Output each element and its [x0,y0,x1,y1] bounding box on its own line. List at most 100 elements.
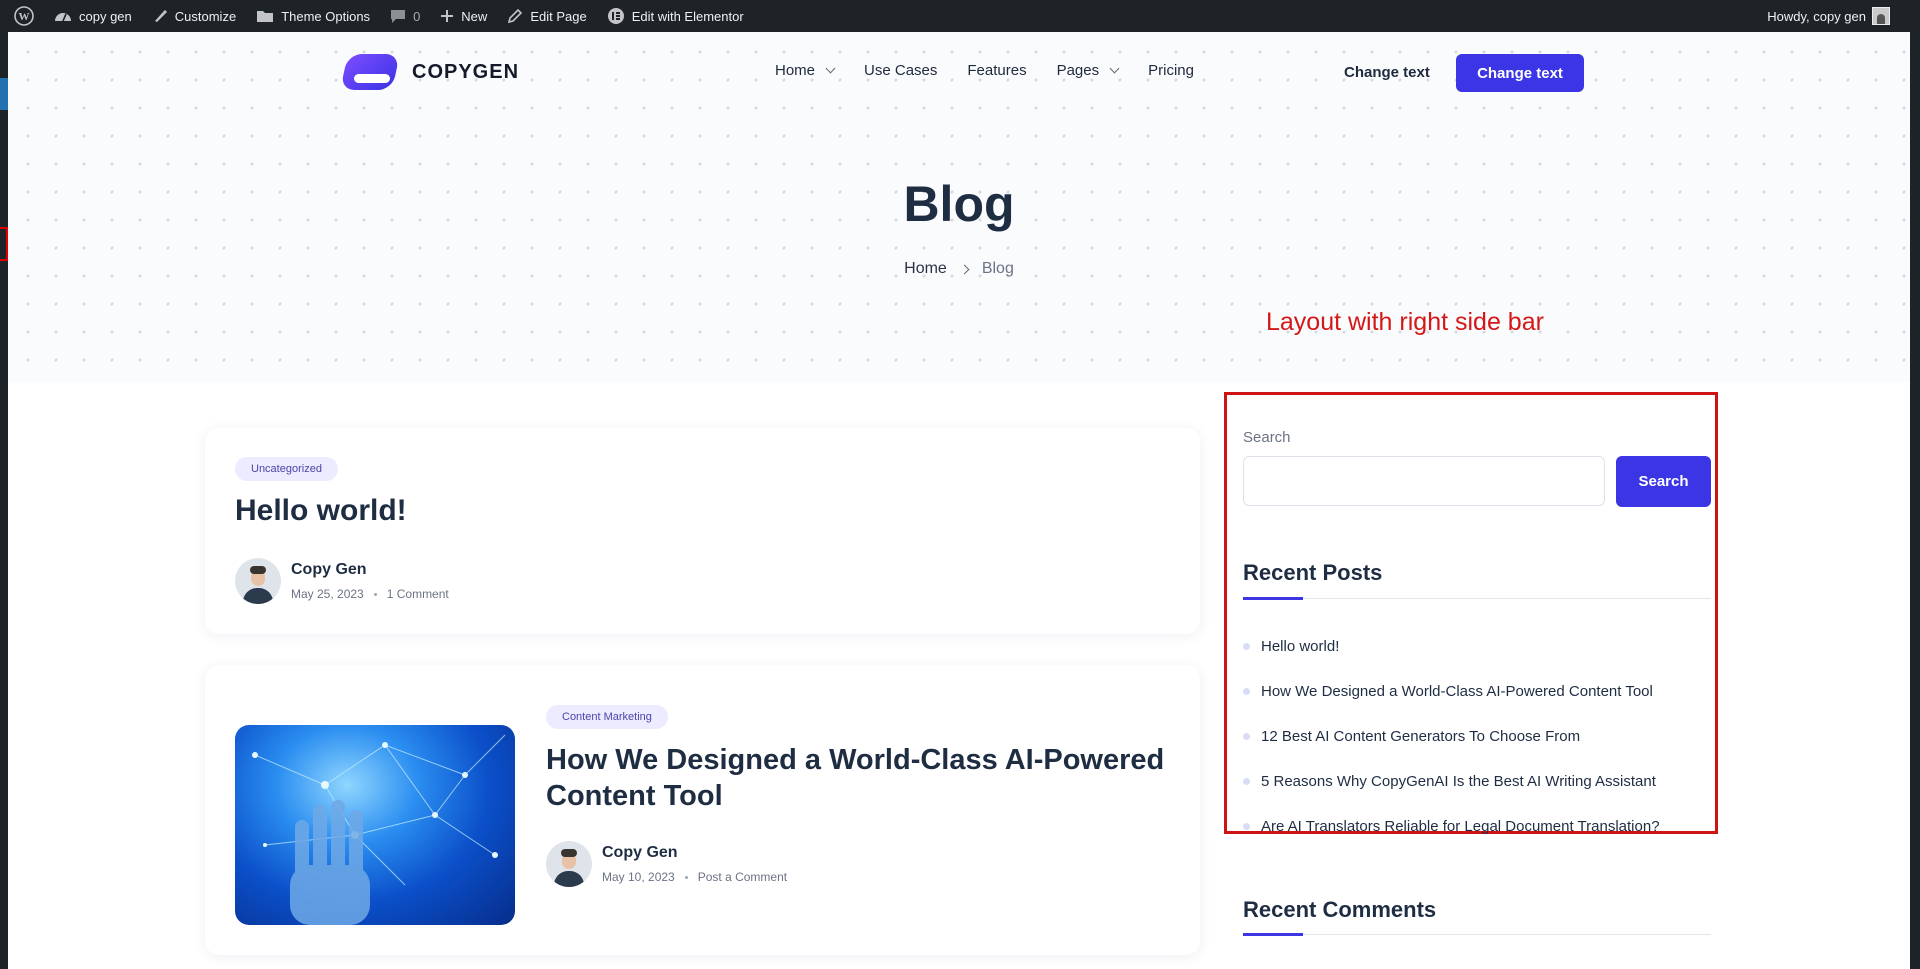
ai-hand-image [252,734,506,925]
heading-accent [1243,597,1303,600]
category-tag[interactable]: Uncategorized [235,457,338,481]
svg-text:W: W [19,11,30,23]
new-content-menu[interactable]: New [430,0,497,32]
comments-link[interactable]: Post a Comment [698,870,787,884]
customize-label: Customize [174,8,237,24]
post-author: Copy Gen May 10, 2023 Post a Comment [546,841,787,887]
post-title[interactable]: How We Designed a World-Class AI-Powered… [546,742,1164,814]
wordpress-icon: W [14,6,34,26]
logo-text: COPYGEN [412,60,520,83]
chevron-down-icon [1109,63,1120,74]
page-title: Blog [903,176,1015,232]
recent-post-link[interactable]: Hello world! [1261,638,1339,655]
bullet-icon [1243,733,1250,740]
theme-options-menu[interactable]: Theme Options [246,0,380,32]
recent-post-link[interactable]: How We Designed a World-Class AI-Powered… [1261,683,1653,700]
nav-item-features[interactable]: Features [967,62,1026,79]
list-item[interactable]: Are AI Translators Reliable for Legal Do… [1243,818,1713,863]
greeting-label: Howdy, copy gen [1767,8,1866,24]
breadcrumb: Home Blog [8,260,1910,278]
post-date: May 25, 2023 [291,587,364,601]
post-title-line: Content Tool [546,780,723,812]
nav-label: Pricing [1148,62,1194,79]
comment-bubble-icon [391,10,406,23]
edit-page-label: Edit Page [530,8,587,24]
search-label: Search [1243,429,1291,446]
site-name-menu[interactable]: copy gen [44,0,142,32]
wordpress-logo[interactable]: W [0,0,44,32]
header-text-link[interactable]: Change text [1344,64,1430,81]
recent-post-link[interactable]: Are AI Translators Reliable for Legal Do… [1261,818,1660,835]
recent-post-link[interactable]: 5 Reasons Why CopyGenAI Is the Best AI W… [1261,773,1656,790]
annotation-mark [0,227,8,261]
comments-link[interactable]: 1 Comment [387,587,449,601]
main-nav: Home Use Cases Features Pages Pricing [775,62,1194,79]
comments-count: 0 [413,8,421,24]
site-header: COPYGEN Home Use Cases Features Pages Pr… [8,32,1910,112]
post-date: May 10, 2023 [602,870,675,884]
post-card: Uncategorized Hello world! Copy Gen May … [205,428,1200,634]
nav-label: Pages [1056,62,1100,79]
nav-item-use-cases[interactable]: Use Cases [864,62,937,79]
chevron-right-icon [959,264,970,274]
pencil-icon [508,8,523,24]
nav-label: Features [967,62,1027,79]
list-item[interactable]: 12 Best AI Content Generators To Choose … [1243,728,1713,773]
nav-label: Use Cases [864,62,938,79]
separator-dot [373,592,377,596]
nav-item-pricing[interactable]: Pricing [1148,62,1194,79]
post-card: Content Marketing How We Designed a Worl… [205,665,1200,955]
recent-post-link[interactable]: 12 Best AI Content Generators To Choose … [1261,728,1580,745]
folder-icon [257,11,274,22]
divider [1243,934,1711,935]
post-title-line: How We Designed a World-Class AI-Powered [546,744,1165,776]
divider [1243,598,1711,599]
list-item[interactable]: How We Designed a World-Class AI-Powered… [1243,683,1713,728]
customize-menu[interactable]: Customize [142,0,246,32]
header-cta-button[interactable]: Change text [1456,54,1584,92]
nav-item-pages[interactable]: Pages [1056,62,1120,79]
user-avatar-icon [1872,7,1890,25]
breadcrumb-current: Blog [981,260,1014,277]
recent-posts-heading: Recent Posts [1243,560,1383,585]
list-item[interactable]: 5 Reasons Why CopyGenAI Is the Best AI W… [1243,773,1713,818]
post-thumbnail[interactable] [235,725,515,925]
bullet-icon [1243,778,1250,785]
post-author: Copy Gen May 25, 2023 1 Comment [235,558,449,604]
bullet-icon [1243,823,1250,830]
plus-icon [441,10,454,22]
right-edge-strip [1910,32,1920,969]
account-menu[interactable]: Howdy, copy gen [1767,0,1890,32]
chevron-down-icon [825,63,836,74]
elementor-label: Edit with Elementor [631,8,744,24]
author-name[interactable]: Copy Gen [291,561,449,579]
search-button[interactable]: Search [1616,456,1711,507]
site-name-label: copy gen [79,8,132,24]
nav-label: Home [775,62,816,79]
wp-admin-bar: W copy gen Customize Theme Options 0 New… [0,0,1920,32]
bullet-icon [1243,643,1250,650]
separator-dot [684,875,688,879]
elementor-menu[interactable]: Edit with Elementor [597,0,754,32]
admin-side-highlight [0,78,8,110]
author-name[interactable]: Copy Gen [602,844,787,862]
nav-item-home[interactable]: Home [775,62,836,79]
breadcrumb-home[interactable]: Home [904,260,947,278]
avatar[interactable] [546,841,592,887]
list-item[interactable]: Hello world! [1243,638,1713,683]
recent-comments-heading: Recent Comments [1243,897,1437,922]
comments-menu[interactable]: 0 [380,0,430,32]
heading-accent [1243,933,1303,936]
category-tag[interactable]: Content Marketing [546,705,668,729]
elementor-icon [607,8,624,24]
avatar[interactable] [235,558,281,604]
dashboard-icon [55,13,71,22]
new-label: New [461,8,488,24]
search-input[interactable] [1243,456,1605,506]
theme-options-label: Theme Options [281,8,371,24]
brush-icon [154,10,167,22]
bullet-icon [1243,688,1250,695]
site-logo[interactable]: COPYGEN [340,54,520,90]
edit-page-menu[interactable]: Edit Page [497,0,596,32]
post-title[interactable]: Hello world! [235,494,407,528]
